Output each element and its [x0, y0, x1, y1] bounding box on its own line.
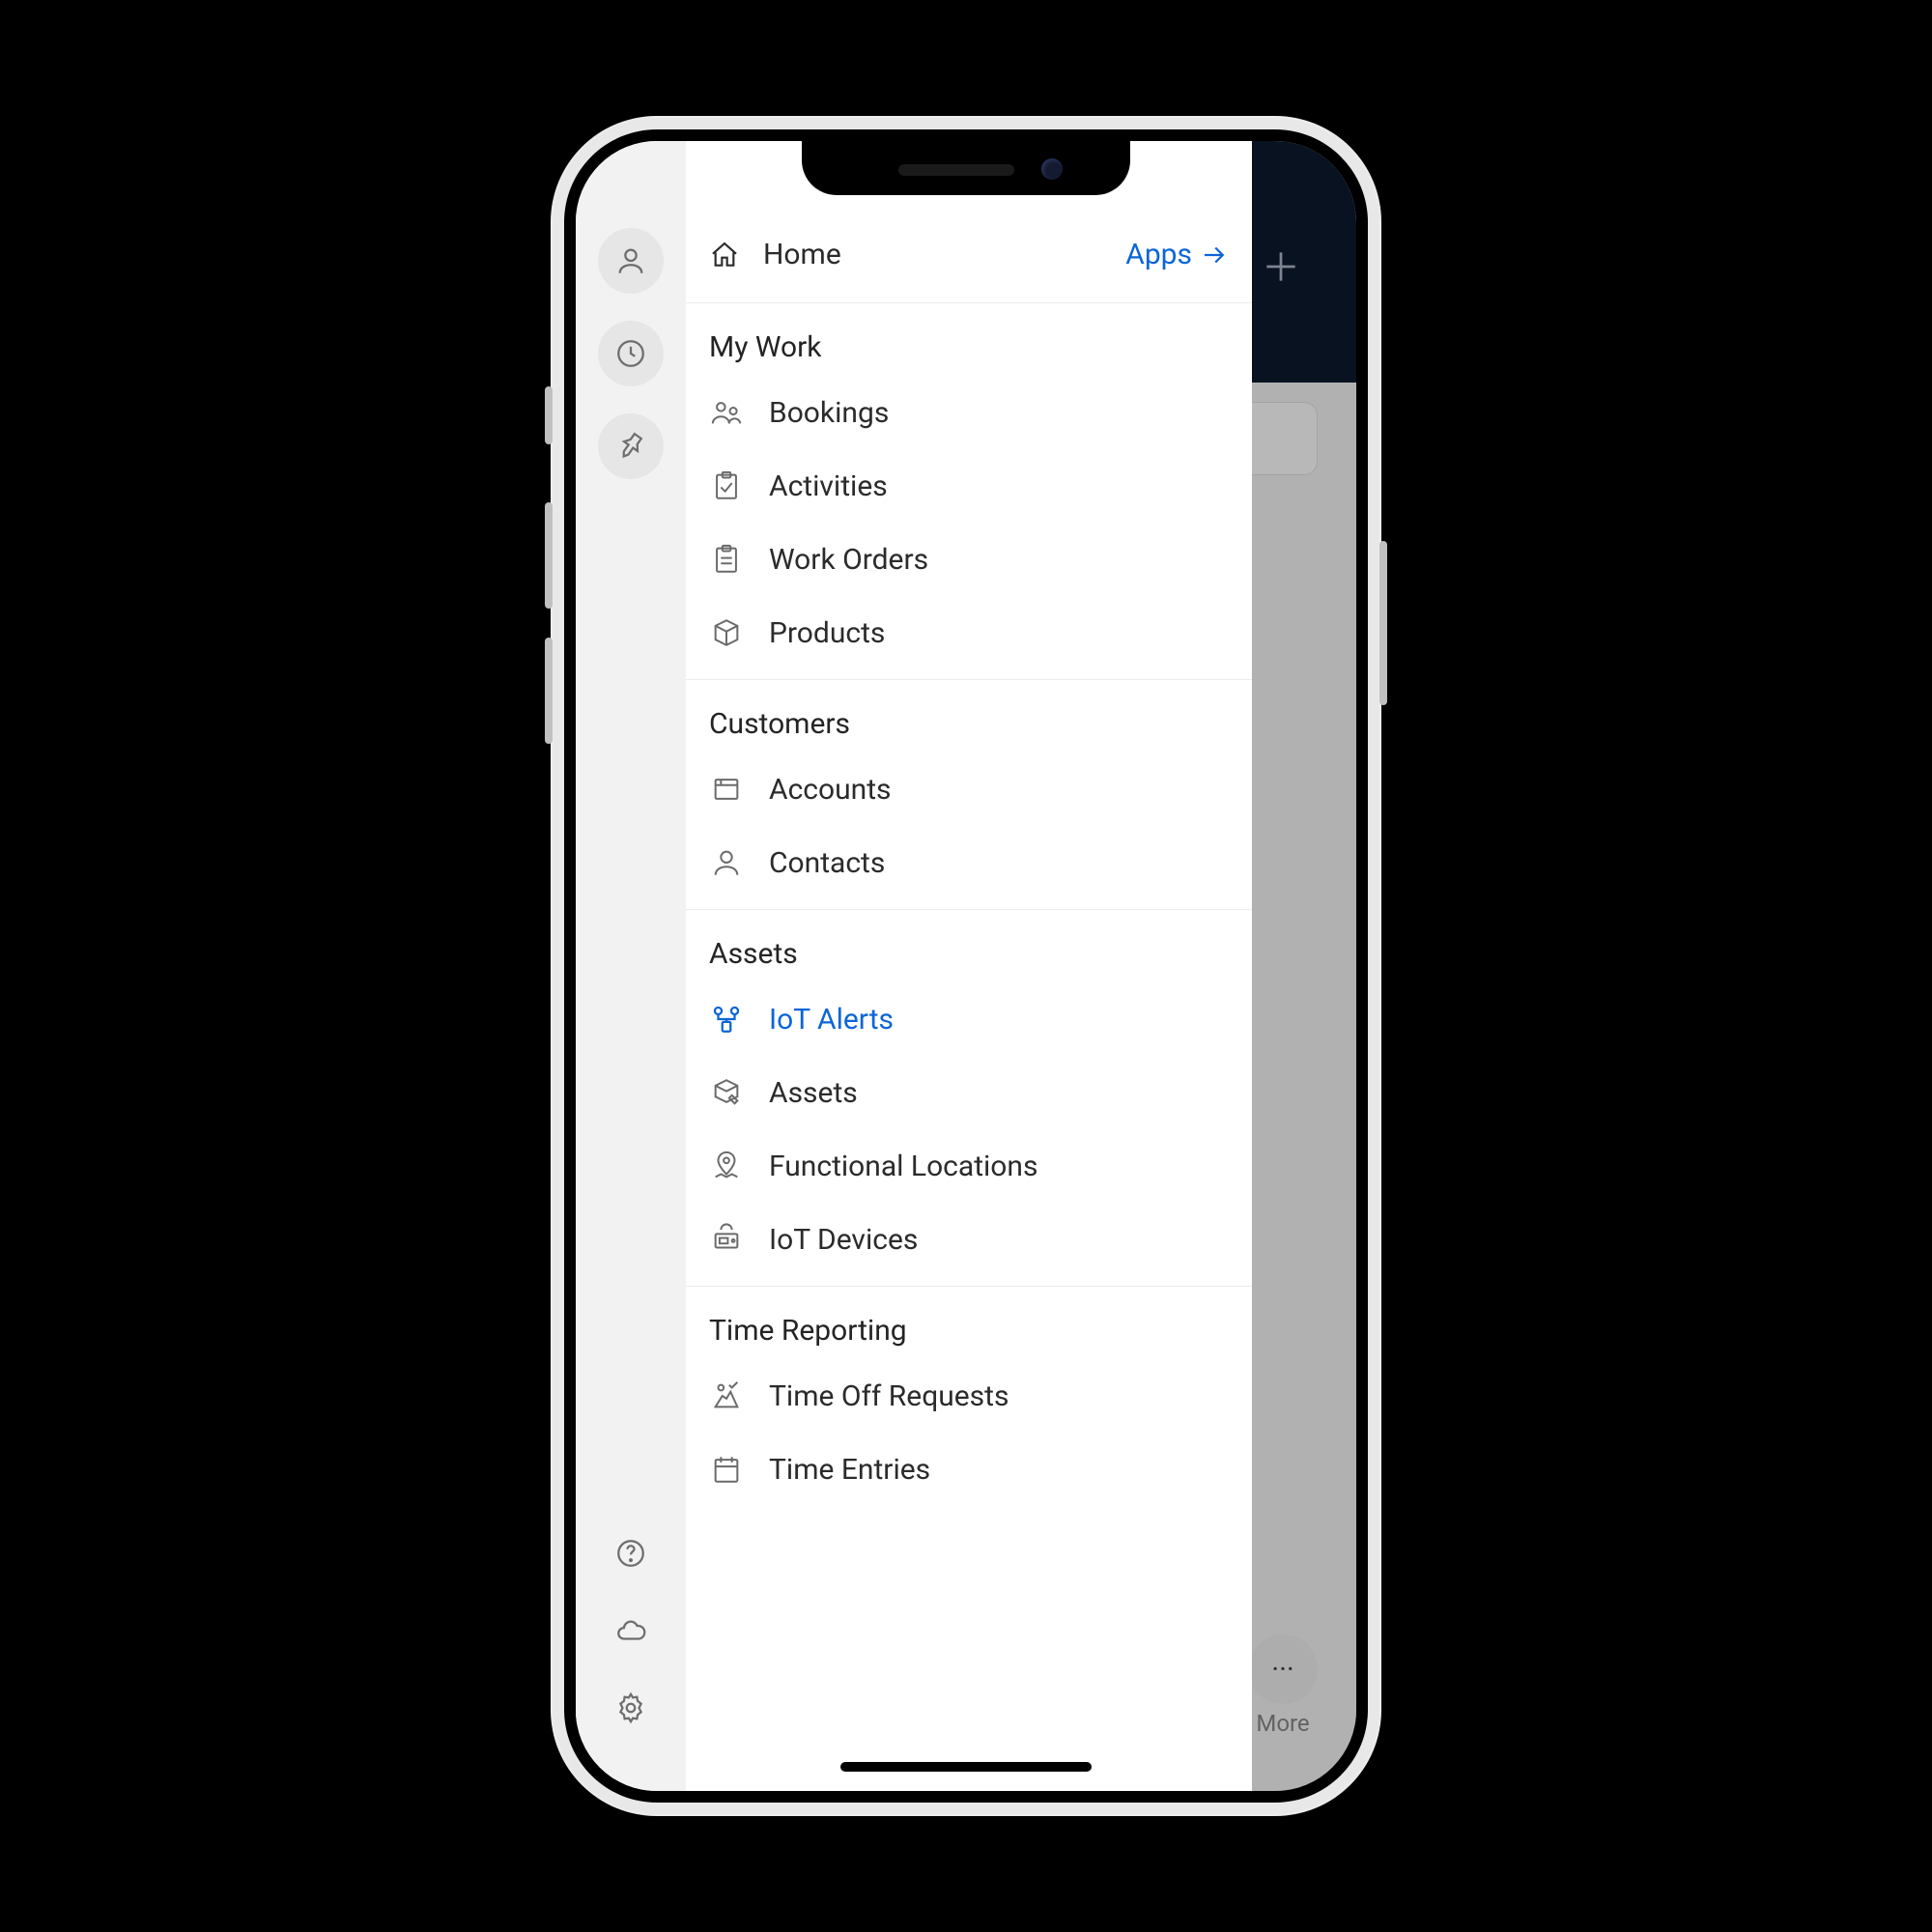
home-label: Home — [763, 238, 841, 271]
nav-item-activities[interactable]: Activities — [686, 449, 1252, 523]
device-notch — [802, 141, 1130, 195]
navigation-drawer: Home Apps My Work — [576, 141, 1252, 1791]
label: IoT Devices — [769, 1223, 918, 1257]
folder-icon — [709, 772, 744, 807]
apps-link[interactable]: Apps — [1125, 238, 1229, 271]
nav-item-iot-alerts[interactable]: IoT Alerts — [686, 982, 1252, 1056]
nav-item-time-off-requests[interactable]: Time Off Requests — [686, 1359, 1252, 1433]
volume-up-button — [545, 502, 553, 609]
clipboard-check-icon — [709, 469, 744, 503]
label: Bookings — [769, 396, 889, 430]
iot-alert-icon — [709, 1002, 744, 1037]
label: Products — [769, 616, 885, 650]
label: Assets — [769, 1076, 858, 1110]
volume-down-button — [545, 638, 553, 744]
label: Functional Locations — [769, 1150, 1037, 1183]
arrow-right-icon — [1200, 241, 1229, 270]
box-edit-icon — [709, 1075, 744, 1110]
label: Activities — [769, 469, 888, 503]
nav-list: Home Apps My Work — [686, 141, 1252, 1791]
label: IoT Alerts — [769, 1003, 894, 1037]
pinned-button[interactable] — [598, 413, 664, 479]
nav-item-assets[interactable]: Assets — [686, 1056, 1252, 1129]
home-icon — [709, 240, 740, 270]
box-icon — [709, 615, 744, 650]
profile-button[interactable] — [598, 228, 664, 294]
side-button — [1379, 541, 1387, 705]
label: Accounts — [769, 773, 892, 807]
mute-switch — [545, 386, 553, 444]
calendar-icon — [709, 1452, 744, 1487]
clipboard-icon — [709, 542, 744, 577]
apps-label: Apps — [1125, 238, 1192, 271]
recent-button[interactable] — [598, 321, 664, 386]
nav-item-bookings[interactable]: Bookings — [686, 376, 1252, 449]
nav-item-contacts[interactable]: Contacts — [686, 826, 1252, 899]
label: Time Off Requests — [769, 1379, 1009, 1413]
time-off-icon — [709, 1378, 744, 1413]
location-pin-icon — [709, 1149, 744, 1183]
cloud-button[interactable] — [598, 1598, 664, 1663]
label: Time Entries — [769, 1453, 930, 1487]
phone-frame: ··· More — [551, 116, 1381, 1816]
nav-item-work-orders[interactable]: Work Orders — [686, 523, 1252, 596]
icon-rail — [576, 141, 686, 1791]
section-assets: Assets — [686, 910, 1252, 982]
nav-item-functional-locations[interactable]: Functional Locations — [686, 1129, 1252, 1203]
nav-item-time-entries[interactable]: Time Entries — [686, 1433, 1252, 1506]
label: Work Orders — [769, 543, 928, 577]
people-icon — [709, 395, 744, 430]
settings-button[interactable] — [598, 1675, 664, 1741]
nav-item-home[interactable]: Home — [709, 238, 841, 271]
section-time-reporting: Time Reporting — [686, 1287, 1252, 1359]
person-icon — [709, 845, 744, 880]
section-my-work: My Work — [686, 303, 1252, 376]
device-icon — [709, 1222, 744, 1257]
nav-item-products[interactable]: Products — [686, 596, 1252, 669]
help-button[interactable] — [598, 1520, 664, 1586]
nav-item-iot-devices[interactable]: IoT Devices — [686, 1203, 1252, 1276]
label: Contacts — [769, 846, 885, 880]
home-indicator[interactable] — [840, 1762, 1092, 1772]
nav-item-accounts[interactable]: Accounts — [686, 753, 1252, 826]
section-customers: Customers — [686, 680, 1252, 753]
